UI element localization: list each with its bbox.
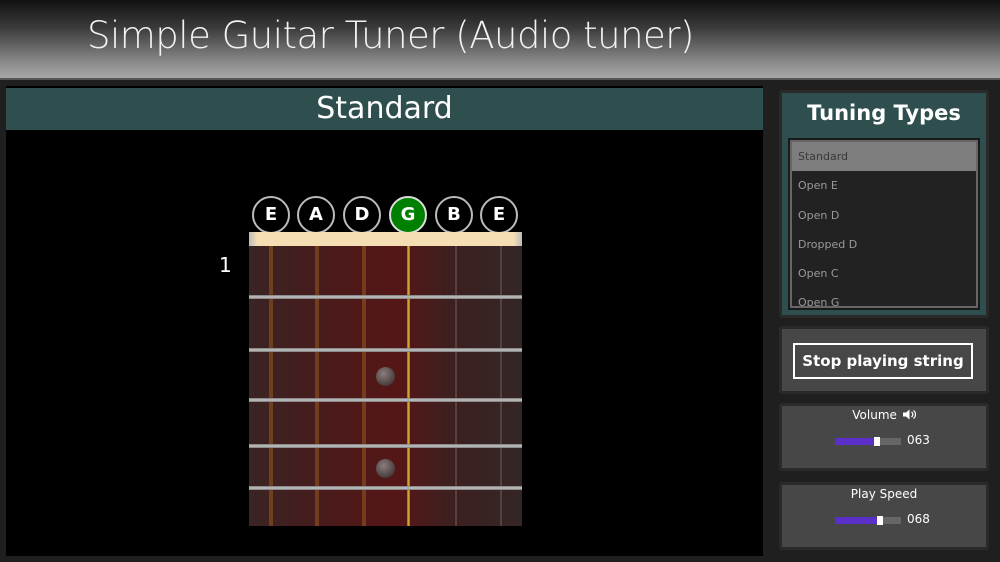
fretboard xyxy=(249,232,522,526)
tuning-name-header: Standard xyxy=(6,88,763,130)
volume-slider-thumb[interactable] xyxy=(873,437,880,446)
play-speed-slider-thumb[interactable] xyxy=(876,516,883,525)
string-note-button[interactable]: A xyxy=(297,196,335,234)
guitar-nut xyxy=(249,232,522,246)
fret-inlay-dot xyxy=(376,367,395,386)
guitar-string[interactable] xyxy=(362,246,366,526)
play-speed-value: 068 xyxy=(907,512,930,526)
fret-inlay-dot xyxy=(376,459,395,478)
fret-wire xyxy=(249,486,522,490)
string-note-button[interactable]: E xyxy=(480,196,518,234)
fret-number-label: 1 xyxy=(219,253,232,277)
speaker-icon xyxy=(902,409,916,423)
stop-playing-string-button[interactable]: Stop playing string xyxy=(793,343,973,379)
guitar-string[interactable] xyxy=(407,246,410,526)
title-bar: Simple Guitar Tuner (Audio tuner) xyxy=(0,0,1000,80)
fret-wire xyxy=(249,348,522,352)
volume-label-row: Volume xyxy=(782,408,986,423)
tuning-types-list[interactable]: Standard Open E Open D Dropped D Open C Open … xyxy=(788,138,980,310)
volume-label: Volume xyxy=(852,408,897,422)
fretboard-wood xyxy=(249,246,522,526)
string-note-button[interactable]: B xyxy=(435,196,473,234)
fret-wire xyxy=(249,444,522,448)
volume-slider-fill xyxy=(835,438,877,445)
play-speed-slider[interactable] xyxy=(835,516,901,525)
app-title: Simple Guitar Tuner (Audio tuner) xyxy=(87,14,694,57)
tuning-type-item[interactable]: Open C xyxy=(792,259,976,288)
guitar-string[interactable] xyxy=(269,246,273,526)
tuning-type-item[interactable]: Standard xyxy=(792,142,976,172)
stop-card: Stop playing string xyxy=(779,326,989,394)
tuning-type-item[interactable]: Open G xyxy=(792,288,976,306)
volume-card: Volume 063 xyxy=(779,403,989,471)
fret-wire xyxy=(249,398,522,402)
string-note-button[interactable]: D xyxy=(343,196,381,234)
fret-wire xyxy=(249,295,522,299)
volume-value: 063 xyxy=(907,433,930,447)
tuning-type-item[interactable]: Dropped D xyxy=(792,230,976,259)
tuning-type-item[interactable]: Open D xyxy=(792,201,976,230)
volume-slider[interactable] xyxy=(835,437,901,446)
guitar-string[interactable] xyxy=(500,246,502,526)
tuning-type-item[interactable]: Open E xyxy=(792,171,976,200)
side-panel: Tuning Types Standard Open E Open D Dropped… xyxy=(771,86,1000,556)
play-speed-card: Play Speed 068 xyxy=(779,482,989,550)
guitar-string[interactable] xyxy=(455,246,457,526)
play-speed-slider-fill xyxy=(835,517,880,524)
tuning-types-title: Tuning Types xyxy=(807,101,961,125)
string-note-button[interactable]: G xyxy=(389,196,427,234)
play-speed-label: Play Speed xyxy=(850,487,918,501)
string-note-button[interactable]: E xyxy=(252,196,290,234)
tuning-types-card: Tuning Types Standard Open E Open D Dropped… xyxy=(779,90,989,318)
guitar-string[interactable] xyxy=(315,246,319,526)
